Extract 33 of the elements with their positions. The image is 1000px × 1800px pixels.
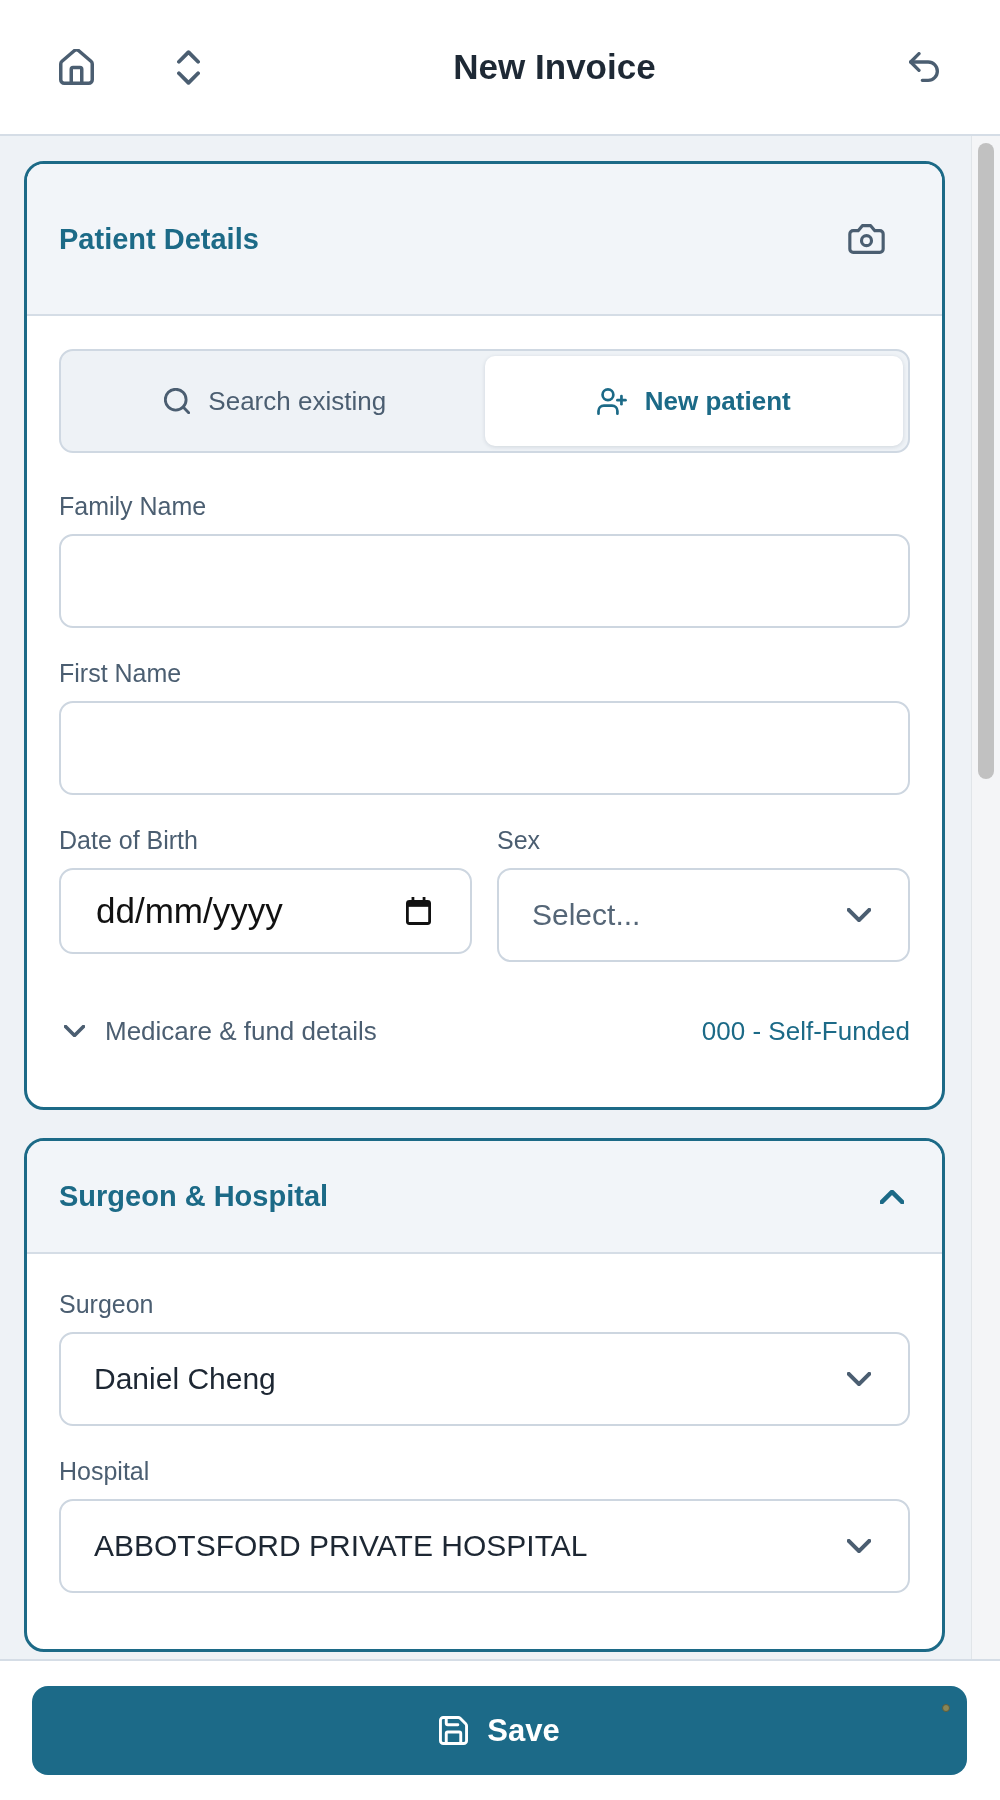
chevron-down-icon [847,1539,871,1553]
mode-tab[interactable]: New patient [484,356,903,446]
text-field[interactable] [59,701,910,795]
mode-tab[interactable]: Search existing [66,356,485,446]
scrollbar-thumb[interactable] [978,143,994,779]
chevron-up-icon[interactable] [880,1189,904,1204]
select-field[interactable]: Select... [497,868,910,962]
field-label: Family Name [59,491,208,521]
fund-summary: 000 - Self-Funded [701,1015,910,1047]
chevrons-up-down-icon[interactable] [177,49,200,85]
calendar-icon[interactable] [406,897,431,925]
chevron-down-icon [847,1372,871,1386]
field-label: Hospital [59,1456,151,1486]
camera-icon[interactable] [848,224,885,254]
section-title: Patient Details [59,222,259,256]
add-user-icon [596,387,627,415]
field-label: Date of Birth [59,825,199,855]
home-icon[interactable] [59,49,94,85]
text-field[interactable] [59,534,910,628]
status-dot-icon [942,1704,950,1712]
section-title: Surgeon & Hospital [59,1180,329,1213]
undo-icon[interactable] [909,52,939,82]
field-label: Sex [497,825,542,855]
field-label: First Name [59,658,183,688]
select-field[interactable]: Daniel Cheng [59,1332,910,1426]
field-label: Surgeon [59,1289,155,1319]
save-button[interactable]: Save [32,1686,967,1775]
search-icon [164,388,191,414]
select-field[interactable]: ABBOTSFORD PRIVATE HOSPITAL [59,1499,910,1593]
chevron-down-icon [847,908,871,922]
fund-details-toggle[interactable]: Medicare & fund details [59,1015,377,1047]
page-title: New Invoice [452,47,657,87]
date-field[interactable]: dd/mm/yyyy [59,868,472,954]
